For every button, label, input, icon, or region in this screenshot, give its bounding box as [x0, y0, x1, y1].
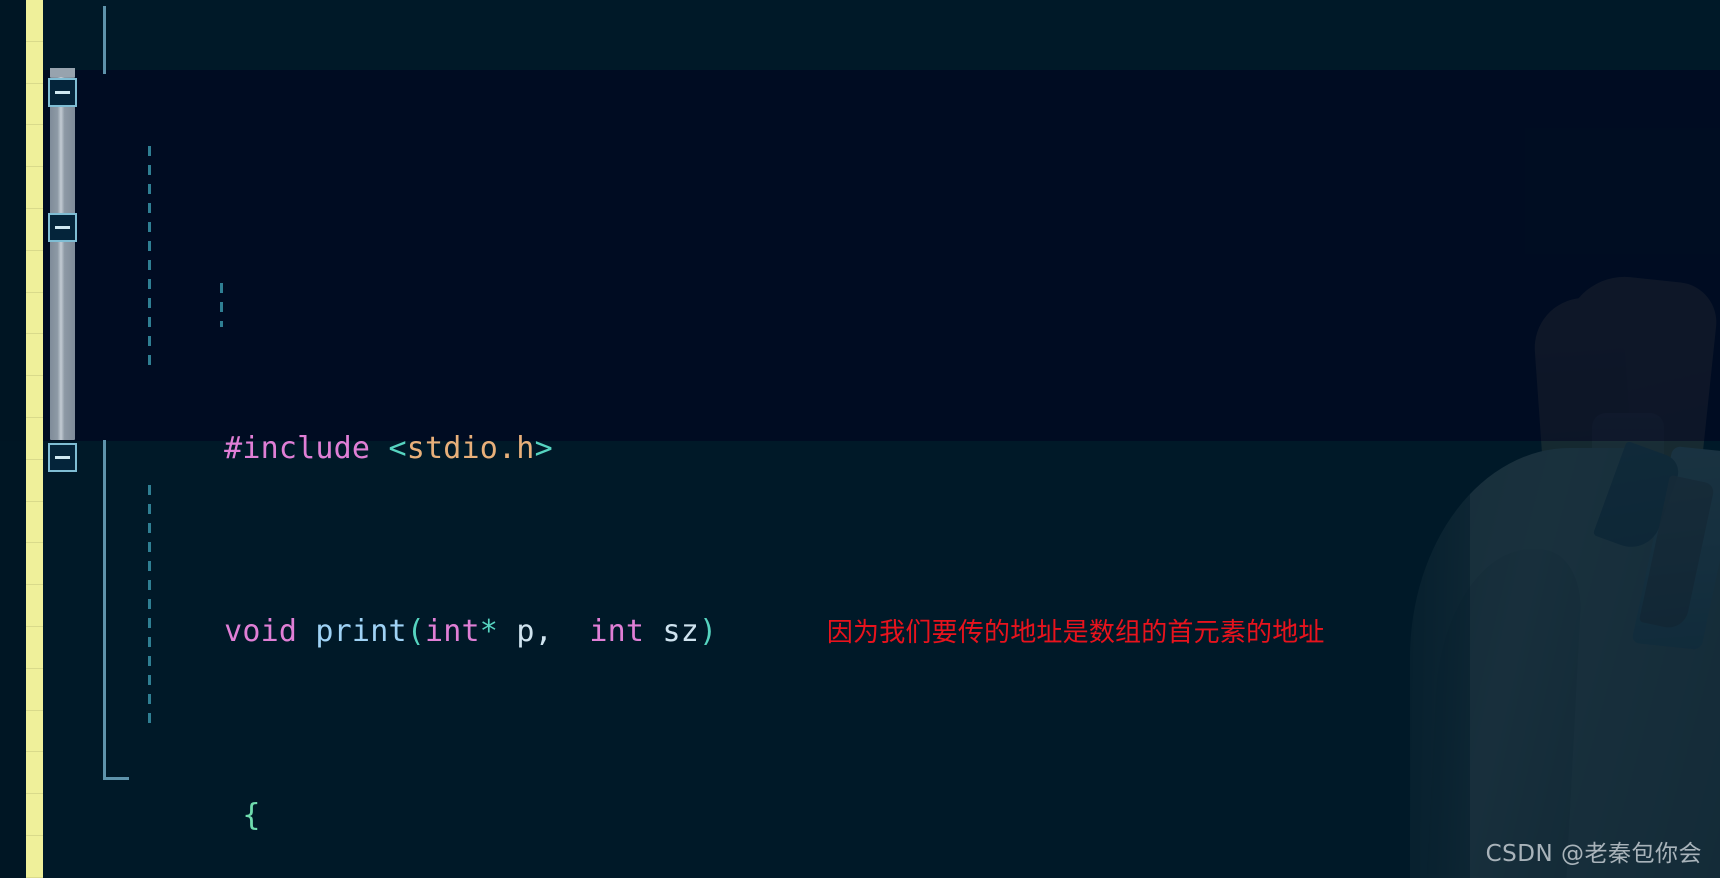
indent-guide-level1-main — [148, 485, 151, 730]
change-marker-segment — [26, 251, 43, 293]
token-kw-int-2: int — [589, 614, 645, 650]
change-marker-segment — [26, 585, 43, 627]
change-marker-segment — [26, 669, 43, 711]
fold-marker-for-loop[interactable] — [48, 213, 77, 242]
change-marker-segment — [26, 209, 43, 251]
change-marker-segment — [26, 418, 43, 460]
change-marker-segment — [26, 334, 43, 377]
code-line-2: void print(int* p, int sz) 因为我们要传的地址是数组的… — [224, 614, 1325, 650]
change-marker-segment — [26, 711, 43, 753]
token-param-p: p — [516, 614, 535, 650]
change-marker-segment — [26, 293, 43, 335]
code-line-1: #include <stdio.h> — [78, 366, 1720, 466]
token-angle-open: < — [388, 431, 407, 467]
code-editor-surface[interactable]: #include <stdio.h> void print(int* p, in… — [0, 0, 1720, 878]
change-marker-segment — [26, 42, 43, 84]
indent-guide-level1-func — [148, 146, 151, 370]
annotation-note-top: 因为我们要传的地址是数组的首元素的地址 — [826, 618, 1325, 649]
fold-marker-int-main[interactable] — [48, 443, 77, 472]
token-angle-close: > — [534, 431, 553, 467]
change-marker-segment — [26, 836, 43, 878]
minus-icon — [55, 91, 70, 94]
change-marker-segment — [26, 0, 43, 42]
token-include-directive: #include — [224, 431, 371, 467]
token-brace-open-func: { — [224, 797, 261, 833]
scrollbar-thumb[interactable] — [50, 77, 75, 440]
minus-icon — [55, 226, 70, 229]
change-marker-segment — [26, 752, 43, 795]
minus-icon — [55, 456, 70, 459]
token-kw-void: void — [224, 614, 298, 650]
fold-marker-void-print[interactable] — [48, 78, 77, 107]
screenshot-root: #include <stdio.h> void print(int* p, in… — [0, 0, 1720, 878]
scrollbar-thumb-cap[interactable] — [50, 68, 75, 77]
csdn-watermark: CSDN @老秦包你会 — [1485, 841, 1702, 867]
change-marker-segment — [26, 460, 43, 502]
indent-guide-level2-for — [220, 283, 223, 327]
change-marker-segment — [26, 167, 43, 209]
change-marker-bar — [26, 0, 43, 878]
token-include-header: stdio.h — [406, 431, 535, 467]
gutter-edge — [0, 0, 26, 878]
change-marker-segment — [26, 794, 43, 836]
token-fn-print-decl: print — [315, 614, 407, 650]
change-marker-segment — [26, 543, 43, 586]
code-line-3: { — [78, 747, 1720, 833]
token-param-sz: sz — [662, 614, 699, 650]
token-kw-int: int — [424, 614, 480, 650]
change-marker-segment — [26, 627, 43, 669]
change-marker-segment — [26, 502, 43, 544]
change-marker-segment — [26, 84, 43, 126]
change-marker-segment — [26, 376, 43, 418]
change-marker-segment — [26, 125, 43, 168]
code-text-area[interactable]: #include <stdio.h> void print(int* p, in… — [78, 0, 1720, 878]
